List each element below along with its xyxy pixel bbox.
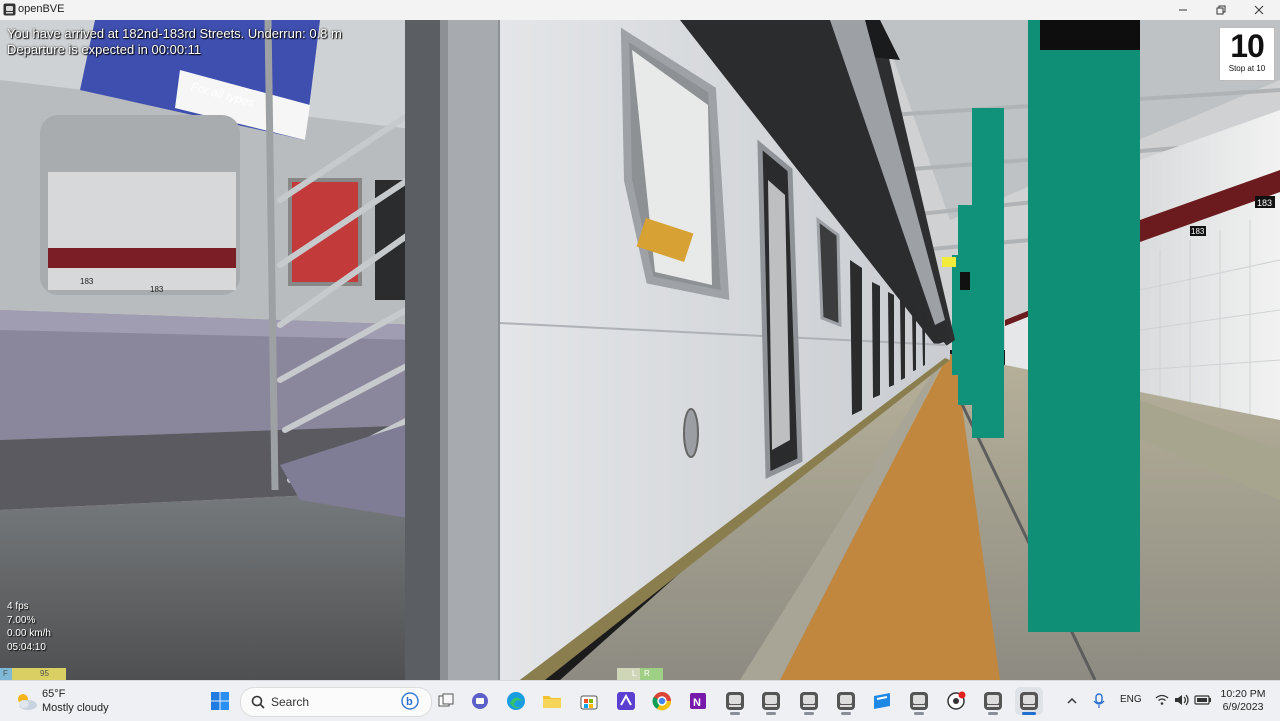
percent-readout: 7.00% xyxy=(7,614,36,626)
close-button[interactable] xyxy=(1240,0,1278,20)
search-icon xyxy=(251,695,265,709)
openbve-taskbar-1[interactable] xyxy=(721,687,749,715)
chevron-up-icon[interactable] xyxy=(1066,695,1078,707)
yellow-sign xyxy=(942,257,956,267)
time-readout: 05:04:10 xyxy=(7,641,46,653)
bing-chat-button[interactable]: b xyxy=(396,687,424,715)
wifi-icon[interactable] xyxy=(1155,694,1169,706)
arrival-message: You have arrived at 182nd-183rd Streets.… xyxy=(7,26,342,41)
speed-readout: 0.00 km/h xyxy=(7,628,51,639)
app-purple-icon xyxy=(617,692,635,710)
openbve-icon xyxy=(1020,692,1038,710)
svg-text:183: 183 xyxy=(1257,198,1272,208)
openbve-icon xyxy=(837,692,855,710)
battery-icon[interactable] xyxy=(1194,694,1212,706)
stop-caption: Stop at 10 xyxy=(1228,64,1266,73)
microphone-icon[interactable] xyxy=(1093,693,1105,709)
task-view-icon xyxy=(438,693,454,707)
teams-chat-button[interactable] xyxy=(466,687,494,715)
task-view-button[interactable] xyxy=(432,687,460,715)
stop-number: 10 xyxy=(1230,28,1265,64)
recording-app-button[interactable] xyxy=(942,687,970,715)
openbve-taskbar-4[interactable] xyxy=(832,687,860,715)
blue-app-icon xyxy=(874,693,890,709)
start-button[interactable] xyxy=(206,687,234,715)
openbve-icon xyxy=(726,692,744,710)
interior-floor xyxy=(0,490,420,680)
openbve-taskbar-active[interactable] xyxy=(1015,687,1043,715)
file-explorer-button[interactable] xyxy=(538,687,566,715)
sim-stats: 4 fps 7.00% 0.00 km/h 05:04:10 xyxy=(7,600,51,654)
edge-button[interactable] xyxy=(502,687,530,715)
window-titlebar: openBVE xyxy=(0,0,1280,21)
volume-icon[interactable] xyxy=(1174,694,1190,706)
cloudy-weather-icon[interactable] xyxy=(14,690,38,712)
clock-time: 10:20 PM xyxy=(1220,688,1266,700)
search-placeholder: Search xyxy=(271,695,310,709)
openbve-icon xyxy=(984,692,1002,710)
platform-pillar-mid xyxy=(972,108,1004,438)
onenote-icon: N xyxy=(690,693,706,709)
store-icon xyxy=(580,695,598,710)
chrome-button[interactable] xyxy=(648,687,676,715)
svg-text:b: b xyxy=(406,696,413,708)
weather-temperature[interactable]: 65°F xyxy=(42,688,65,700)
openbve-taskbar-5[interactable] xyxy=(905,687,933,715)
svg-text:183: 183 xyxy=(1191,227,1205,236)
maximize-button[interactable] xyxy=(1202,0,1240,20)
openbve-taskbar-2[interactable] xyxy=(757,687,785,715)
openbve-icon xyxy=(800,692,818,710)
vs-button[interactable] xyxy=(612,687,640,715)
departure-message: Departure is expected in 00:00:11 xyxy=(7,42,202,57)
blue-app-button[interactable] xyxy=(868,687,896,715)
language-indicator[interactable]: ENG xyxy=(1120,694,1142,705)
store-button[interactable] xyxy=(575,687,603,715)
minimize-icon xyxy=(1179,9,1187,11)
window-title: openBVE xyxy=(18,3,65,15)
platform-pillar-far xyxy=(958,205,972,405)
openbve-taskbar-3[interactable] xyxy=(795,687,823,715)
minimize-button[interactable] xyxy=(1164,0,1202,20)
chat-icon xyxy=(472,693,488,709)
svg-text:183: 183 xyxy=(150,285,164,294)
openbve-icon xyxy=(762,692,780,710)
fps-readout: 4 fps xyxy=(7,601,29,612)
windows-taskbar: 65°F Mostly cloudy Search b N ENG 10:20 … xyxy=(0,680,1280,721)
clock-date: 6/9/2023 xyxy=(1222,701,1264,713)
bing-icon: b xyxy=(401,692,419,710)
windows-logo-icon xyxy=(211,692,229,710)
taskbar-clock[interactable]: 10:20 PM 6/9/2023 xyxy=(1214,688,1272,714)
recording-icon xyxy=(947,691,966,710)
station-scene: 183 183 For all types 183 183 xyxy=(0,20,1280,680)
onenote-button[interactable]: N xyxy=(684,687,712,715)
close-icon xyxy=(1254,5,1264,15)
door-indicator-strip: L R xyxy=(617,668,663,680)
openbve-app-icon xyxy=(3,3,16,16)
svg-text:183: 183 xyxy=(80,277,94,286)
platform-pillar-near xyxy=(1028,20,1140,632)
openbve-taskbar-6[interactable] xyxy=(979,687,1007,715)
edge-icon xyxy=(507,692,525,710)
folder-icon xyxy=(543,696,561,708)
chrome-icon xyxy=(652,692,672,711)
door-indicator-light xyxy=(683,408,699,458)
stop-position-sign: 10 Stop at 10 xyxy=(1219,27,1275,81)
left-indicator-strip: F 95 xyxy=(0,668,66,680)
restore-icon xyxy=(1216,5,1226,15)
svg-text:N: N xyxy=(693,697,701,709)
weather-description[interactable]: Mostly cloudy xyxy=(42,702,109,714)
simulator-viewport[interactable]: 183 183 For all types 183 183 You have a… xyxy=(0,20,1280,680)
openbve-icon xyxy=(910,692,928,710)
